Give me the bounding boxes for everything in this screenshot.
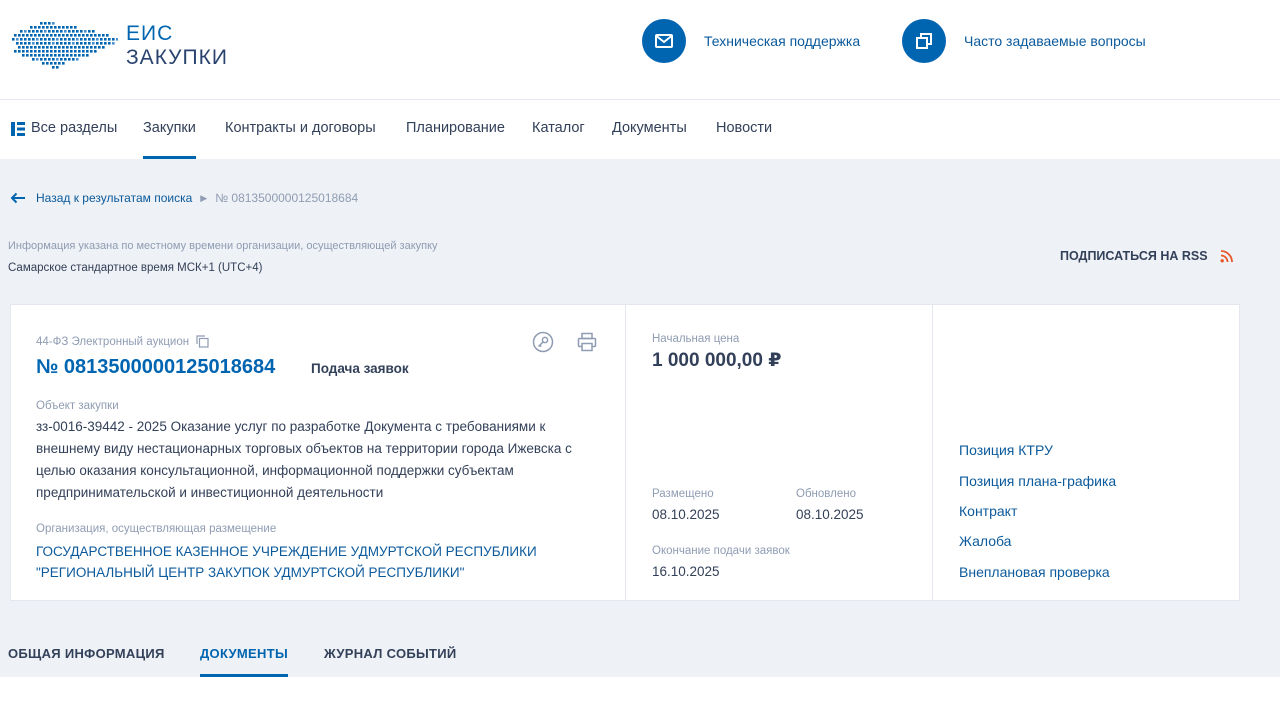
copy-icon[interactable]: [196, 335, 209, 348]
print-icon[interactable]: [576, 331, 598, 353]
nav-item-documents[interactable]: Документы: [612, 120, 687, 159]
nav-item-contracts[interactable]: Контракты и договоры: [225, 120, 376, 159]
breadcrumb-separator-icon: ▶: [200, 192, 208, 203]
ktru-position-link[interactable]: Позиция КТРУ: [959, 442, 1053, 458]
organization-label: Организация, осуществляющая размещение: [36, 523, 277, 535]
complaint-link[interactable]: Жалоба: [959, 533, 1011, 549]
eis-logo[interactable]: ЕИС ЗАКУПКИ: [10, 18, 228, 74]
contract-link[interactable]: Контракт: [959, 503, 1017, 519]
nav-all-sections[interactable]: Все разделы: [10, 120, 117, 159]
plan-schedule-link[interactable]: Позиция плана-графика: [959, 473, 1116, 489]
logo-line2: ЗАКУПКИ: [126, 46, 228, 69]
nav-item-purchases[interactable]: Закупки: [143, 120, 196, 159]
back-to-results-link[interactable]: Назад к результатам поиска: [36, 191, 192, 205]
deadline-label: Окончание подачи заявок: [652, 545, 790, 557]
faq-label: Часто задаваемые вопросы: [964, 33, 1146, 49]
rss-icon: [1220, 249, 1233, 262]
logo-line1: ЕИС: [126, 22, 174, 45]
column-divider: [625, 305, 626, 600]
site-header: ЕИС ЗАКУПКИ Техническая поддержка Часто …: [0, 0, 1280, 100]
russia-map-logo-icon: [12, 22, 118, 69]
tab-documents[interactable]: ДОКУМЕНТЫ: [200, 646, 288, 677]
support-link[interactable]: Техническая поддержка: [642, 19, 860, 63]
deadline-date: 16.10.2025: [652, 564, 720, 579]
arrow-left-icon[interactable]: [10, 192, 26, 204]
nav-item-planning[interactable]: Планирование: [406, 120, 505, 159]
logo-text: ЕИС ЗАКУПКИ: [126, 22, 228, 70]
nav-item-news[interactable]: Новости: [716, 120, 772, 159]
price-label: Начальная цена: [652, 333, 740, 345]
main-nav: Все разделы Закупки Контракты и договоры…: [0, 100, 1280, 159]
rss-label: ПОДПИСАТЬСЯ НА RSS: [1060, 249, 1208, 263]
copy-windows-icon: [902, 19, 946, 63]
purchase-card: 44-ФЗ Электронный аукцион № 081350000012…: [10, 304, 1240, 601]
key-icon[interactable]: [532, 331, 554, 353]
object-label: Объект закупки: [36, 400, 119, 412]
posted-date: 08.10.2025: [652, 507, 720, 522]
updated-label: Обновлено: [796, 488, 856, 500]
purchase-number[interactable]: № 0813500000125018684: [36, 356, 275, 379]
initial-price: 1 000 000,00 ₽: [652, 350, 782, 371]
faq-link[interactable]: Часто задаваемые вопросы: [902, 19, 1146, 63]
sections-grid-icon: [11, 122, 25, 136]
nav-all-sections-label: Все разделы: [31, 120, 118, 136]
timezone-value: Самарское стандартное время МСК+1 (UTC+4…: [8, 262, 263, 274]
mail-icon: [642, 19, 686, 63]
column-divider: [932, 305, 933, 600]
purchase-stage: Подача заявок: [311, 361, 409, 376]
tab-event-log[interactable]: ЖУРНАЛ СОБЫТИЙ: [324, 646, 457, 677]
breadcrumb-current: № 0813500000125018684: [215, 191, 359, 205]
nav-item-catalog[interactable]: Каталог: [532, 120, 585, 159]
purchase-type: 44-ФЗ Электронный аукцион: [36, 335, 209, 348]
breadcrumb: Назад к результатам поиска ▶ № 081350000…: [10, 191, 358, 205]
tab-general-info[interactable]: ОБЩАЯ ИНФОРМАЦИЯ: [8, 646, 165, 677]
rss-subscribe-link[interactable]: ПОДПИСАТЬСЯ НА RSS: [1060, 249, 1233, 263]
purchase-type-label: 44-ФЗ Электронный аукцион: [36, 335, 190, 348]
object-description: зз-0016-39442 - 2025 Оказание услуг по р…: [36, 419, 572, 500]
posted-label: Размещено: [652, 488, 714, 500]
unscheduled-check-link[interactable]: Внеплановая проверка: [959, 564, 1110, 580]
organization-link[interactable]: ГОСУДАРСТВЕННОЕ КАЗЕННОЕ УЧРЕЖДЕНИЕ УДМУ…: [36, 541, 596, 583]
updated-date: 08.10.2025: [796, 507, 864, 522]
timezone-note: Информация указана по местному времени о…: [8, 240, 438, 252]
support-label: Техническая поддержка: [704, 33, 861, 49]
